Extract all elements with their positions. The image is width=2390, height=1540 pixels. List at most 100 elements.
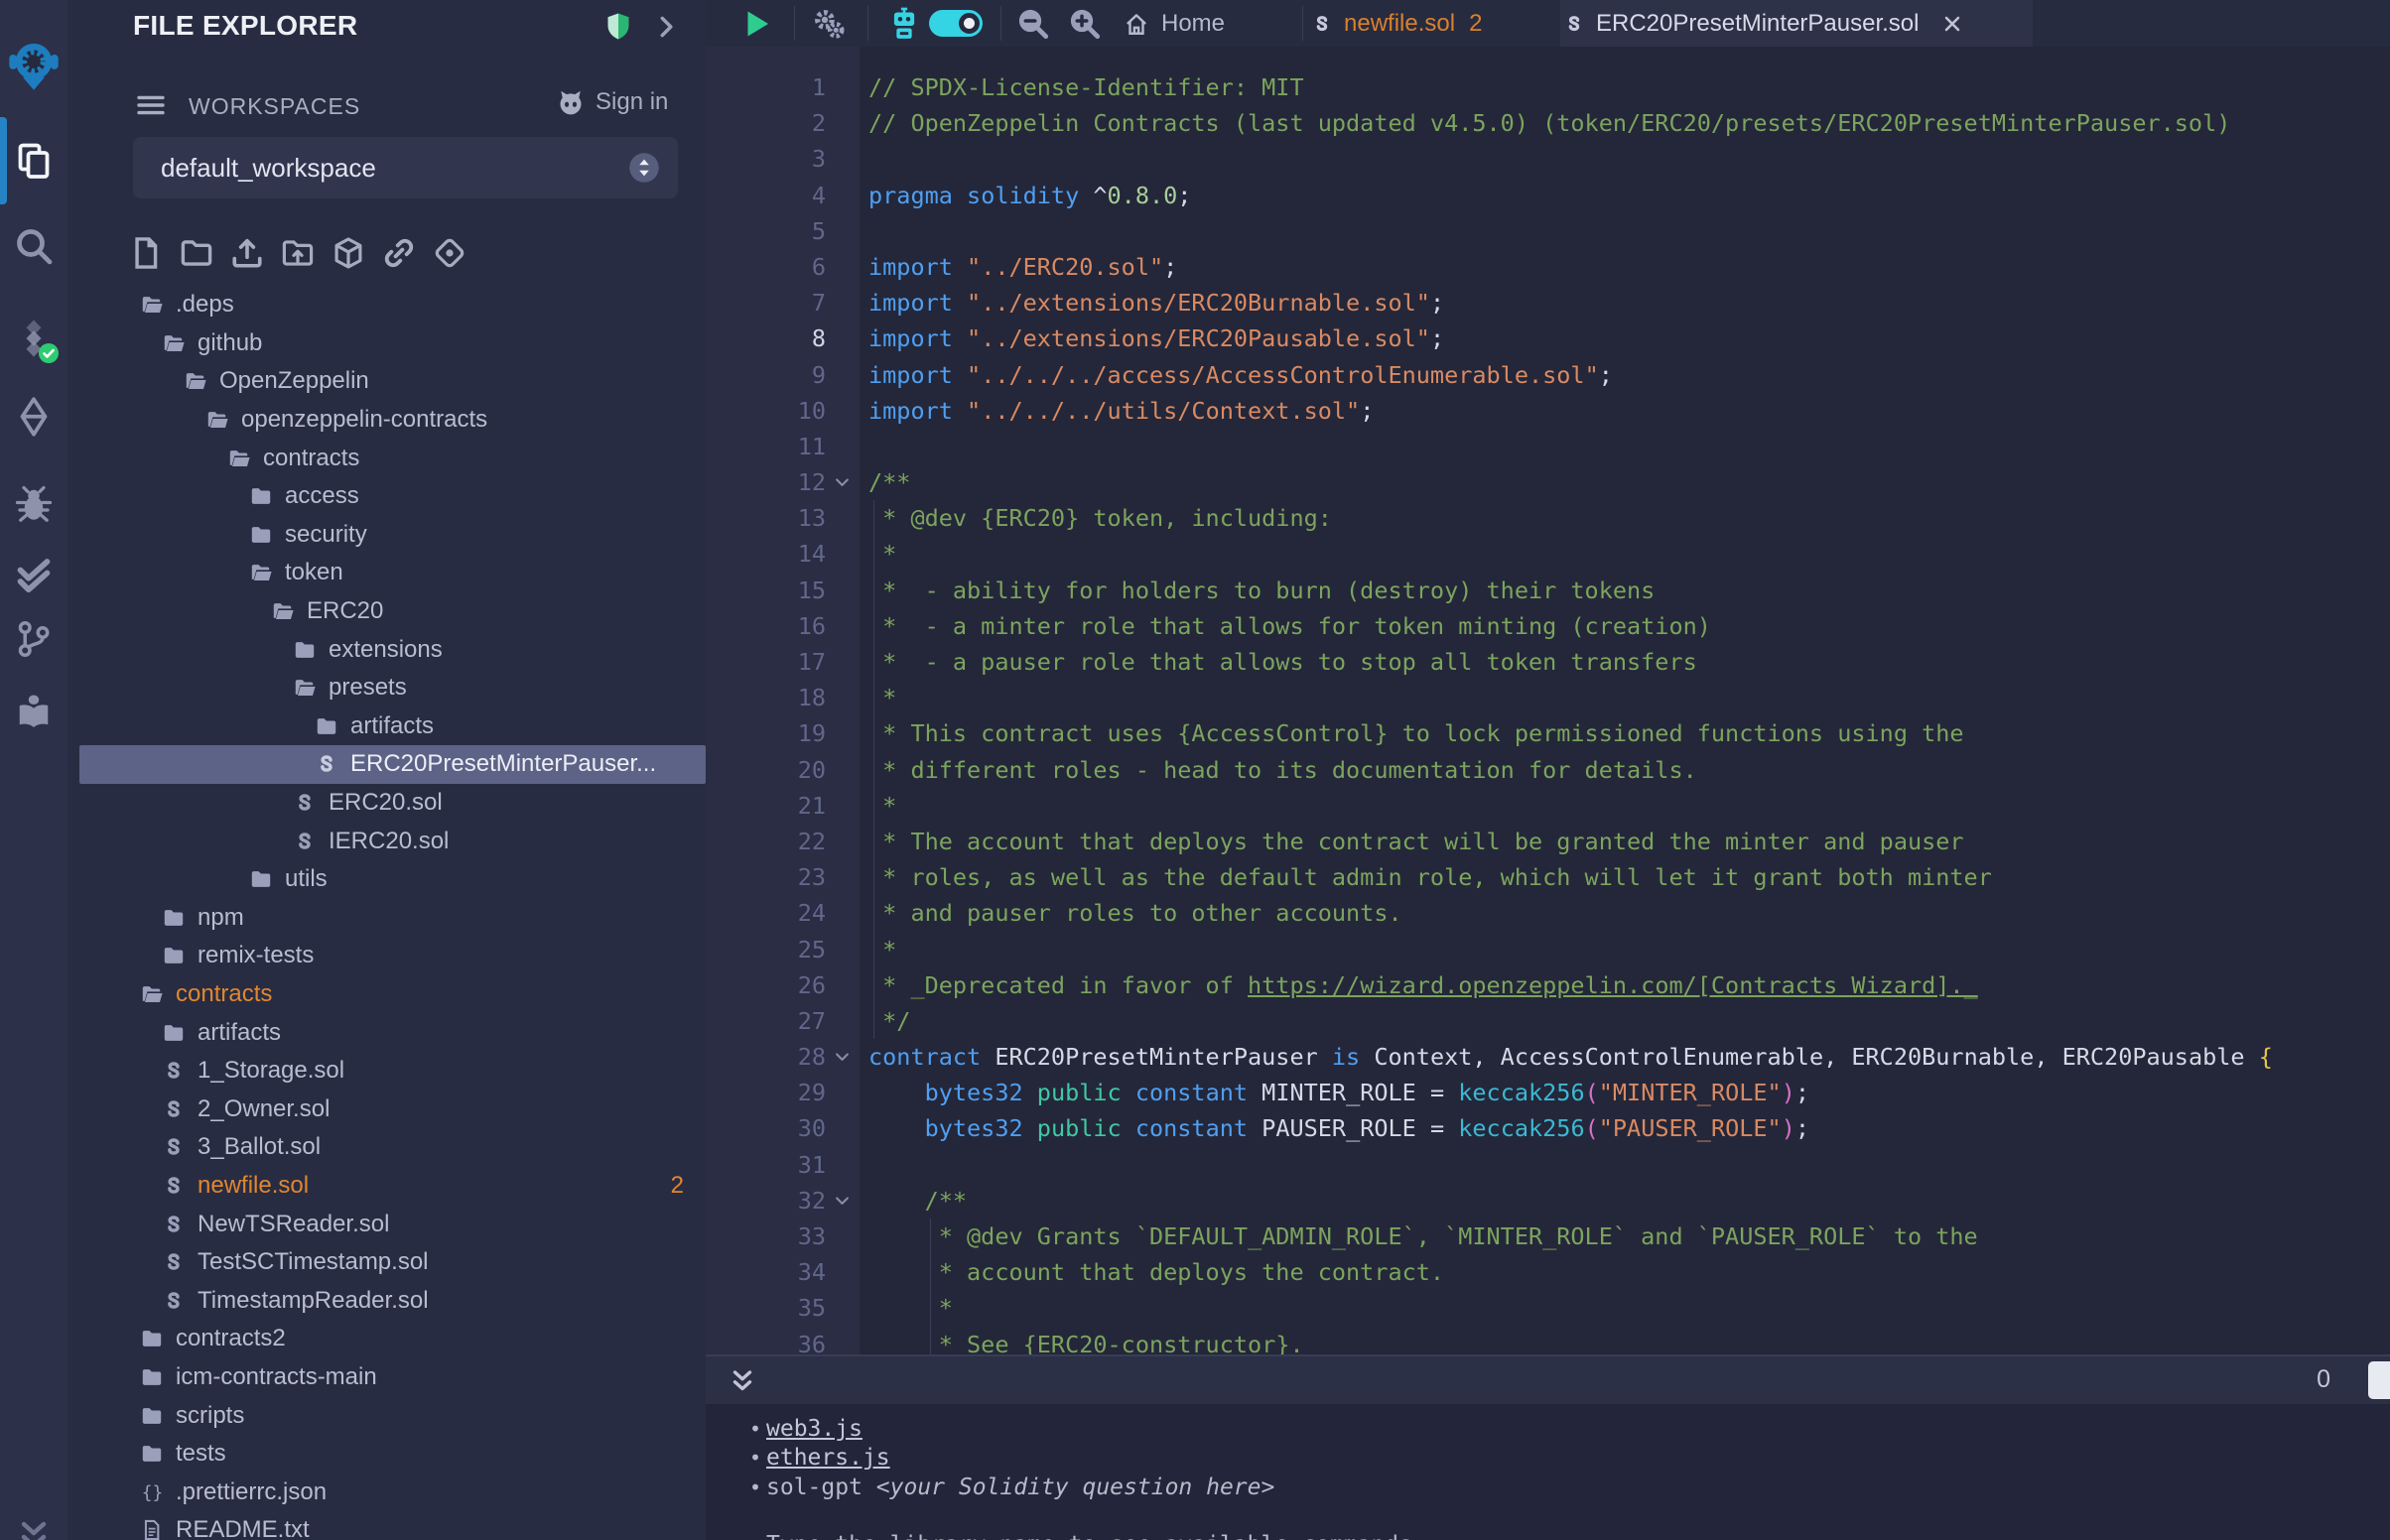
tree-item-label: remix-tests <box>198 942 314 969</box>
tree-item--prettierrc-json[interactable]: {}.prettierrc.json <box>67 1473 706 1511</box>
tab-newfile-sol[interactable]: newfile.sol2 <box>1308 0 1560 47</box>
workspace-select[interactable]: default_workspace <box>133 137 678 198</box>
git-clone-icon[interactable] <box>433 236 466 270</box>
chevrons-down-icon[interactable] <box>728 1366 757 1396</box>
code-line-25: 25 * <box>706 932 2390 967</box>
search-icon[interactable] <box>0 210 67 282</box>
git-icon[interactable] <box>0 603 67 675</box>
close-tab-icon[interactable] <box>1940 12 1964 36</box>
tree-item-contracts[interactable]: contracts <box>67 439 706 477</box>
tree-item-icm-contracts-main[interactable]: icm-contracts-main <box>67 1358 706 1397</box>
deploy-run-icon[interactable] <box>0 381 67 452</box>
new-folder-icon[interactable] <box>180 236 213 270</box>
terminal-link-ethers-js[interactable]: ethers.js <box>766 1445 890 1471</box>
file-explorer-icon[interactable] <box>0 125 67 196</box>
folder-icon <box>141 1366 163 1388</box>
tree-item-readme-txt[interactable]: README.txt <box>67 1511 706 1540</box>
tree-item-label: IERC20.sol <box>329 828 449 855</box>
tree-item-1-storage-sol[interactable]: 1_Storage.sol <box>67 1052 706 1091</box>
tree-item-npm[interactable]: npm <box>67 899 706 938</box>
tree-item-openzeppelin[interactable]: OpenZeppelin <box>67 362 706 401</box>
tree-item-access[interactable]: access <box>67 477 706 516</box>
tree-item-tests[interactable]: tests <box>67 1435 706 1474</box>
fold-chevron-icon[interactable] <box>833 1192 852 1211</box>
workspaces-label: WORKSPACES <box>189 93 360 120</box>
tree-item-presets[interactable]: presets <box>67 669 706 707</box>
debugger-icon[interactable] <box>0 468 67 540</box>
tree-item-newtsreader-sol[interactable]: NewTSReader.sol <box>67 1205 706 1243</box>
tab-changes-badge: 2 <box>1469 10 1482 38</box>
unit-testing-icon[interactable] <box>0 540 67 611</box>
tree-item-newfile-sol[interactable]: newfile.sol2 <box>67 1167 706 1206</box>
link-icon[interactable] <box>382 236 416 270</box>
upload-folder-icon[interactable] <box>281 236 315 270</box>
tree-item-erc20-sol[interactable]: ERC20.sol <box>67 784 706 823</box>
tree-item-openzeppelin-contracts[interactable]: openzeppelin-contracts <box>67 401 706 440</box>
tree-item-label: scripts <box>176 1402 244 1430</box>
github-sign-in[interactable]: Sign in <box>556 87 668 117</box>
play-icon[interactable] <box>739 7 773 41</box>
fold-chevron-icon[interactable] <box>833 1048 852 1067</box>
sign-in-label: Sign in <box>596 88 668 116</box>
code-text: * @dev Grants `DEFAULT_ADMIN_ROLE`, `MIN… <box>868 1219 1978 1254</box>
code-editor[interactable]: 1// SPDX-License-Identifier: MIT2// Open… <box>706 47 2390 1354</box>
compiler-success-badge-icon <box>38 342 60 364</box>
terminal-text: Type the library name to see available c… <box>766 1532 1426 1540</box>
tree-item--deps[interactable]: .deps <box>67 286 706 324</box>
tree-item-token[interactable]: token <box>67 554 706 592</box>
terminal-output: •web3.js•ethers.js•sol-gpt <your Solidit… <box>706 1415 2390 1540</box>
tab-home[interactable]: Home <box>1120 0 1310 47</box>
code-text: * account that deploys the contract. <box>868 1254 1444 1290</box>
tree-item-artifacts[interactable]: artifacts <box>67 1013 706 1052</box>
tree-item-contracts[interactable]: contracts <box>67 975 706 1014</box>
tree-item-timestampreader-sol[interactable]: TimestampReader.sol <box>67 1281 706 1320</box>
tree-item-ierc20-sol[interactable]: IERC20.sol <box>67 822 706 860</box>
workspaces-menu-icon[interactable] <box>135 89 167 121</box>
tree-item-testsctimestamp-sol[interactable]: TestSCTimestamp.sol <box>67 1243 706 1282</box>
tree-item-remix-tests[interactable]: remix-tests <box>67 937 706 975</box>
fold-chevron-icon[interactable] <box>833 473 852 492</box>
gears-icon[interactable] <box>812 7 846 41</box>
tree-item-utils[interactable]: utils <box>67 860 706 899</box>
ai-copilot-toggle[interactable] <box>929 10 983 37</box>
tree-item-artifacts[interactable]: artifacts <box>67 707 706 746</box>
terminal-search-box[interactable] <box>2368 1361 2390 1399</box>
terminal-header[interactable]: 0 <box>706 1354 2390 1404</box>
folder-icon <box>294 639 316 661</box>
line-number: 26 <box>706 967 826 1003</box>
tree-item-extensions[interactable]: extensions <box>67 630 706 669</box>
line-number: 4 <box>706 178 826 213</box>
code-line-12: 12/** <box>706 464 2390 500</box>
terminal-line: Type the library name to see available c… <box>706 1531 2390 1540</box>
tree-item-erc20presetminterpauser-[interactable]: ERC20PresetMinterPauser... <box>67 745 706 784</box>
robot-icon[interactable] <box>886 6 922 42</box>
code-text: import "../extensions/ERC20Burnable.sol"… <box>868 285 1444 321</box>
tree-item-scripts[interactable]: scripts <box>67 1396 706 1435</box>
upload-file-icon[interactable] <box>230 236 264 270</box>
collapse-chevrons-icon[interactable] <box>0 1500 67 1540</box>
code-text: * This contract uses {AccessControl} to … <box>868 715 1964 751</box>
new-file-icon[interactable] <box>129 236 163 270</box>
tree-item-github[interactable]: github <box>67 324 706 363</box>
zoom-in-icon[interactable] <box>1068 7 1101 40</box>
learneth-icon[interactable] <box>0 677 67 748</box>
code-line-9: 9import "../../../access/AccessControlEn… <box>706 357 2390 393</box>
tree-item-3-ballot-sol[interactable]: 3_Ballot.sol <box>67 1128 706 1167</box>
code-text: * and pauser roles to other accounts. <box>868 895 1402 931</box>
code-text: * - a minter role that allows for token … <box>868 608 1711 644</box>
terminal-link-web3-js[interactable]: web3.js <box>766 1416 863 1442</box>
code-line-24: 24 * and pauser roles to other accounts. <box>706 895 2390 931</box>
chevron-right-icon[interactable] <box>651 12 681 42</box>
shield-icon <box>603 12 633 42</box>
tree-item-contracts2[interactable]: contracts2 <box>67 1320 706 1358</box>
tree-item-2-owner-sol[interactable]: 2_Owner.sol <box>67 1090 706 1128</box>
sol-icon <box>163 1290 185 1312</box>
bullet: • <box>749 1415 761 1444</box>
tree-item-security[interactable]: security <box>67 516 706 555</box>
tab-erc20presetminterpauser-sol[interactable]: ERC20PresetMinterPauser.sol <box>1560 0 2033 47</box>
ipfs-cube-icon[interactable] <box>332 236 365 270</box>
tree-item-erc20[interactable]: ERC20 <box>67 592 706 631</box>
zoom-out-icon[interactable] <box>1016 7 1049 40</box>
tree-item-label: 1_Storage.sol <box>198 1057 344 1085</box>
line-number: 8 <box>706 321 826 356</box>
